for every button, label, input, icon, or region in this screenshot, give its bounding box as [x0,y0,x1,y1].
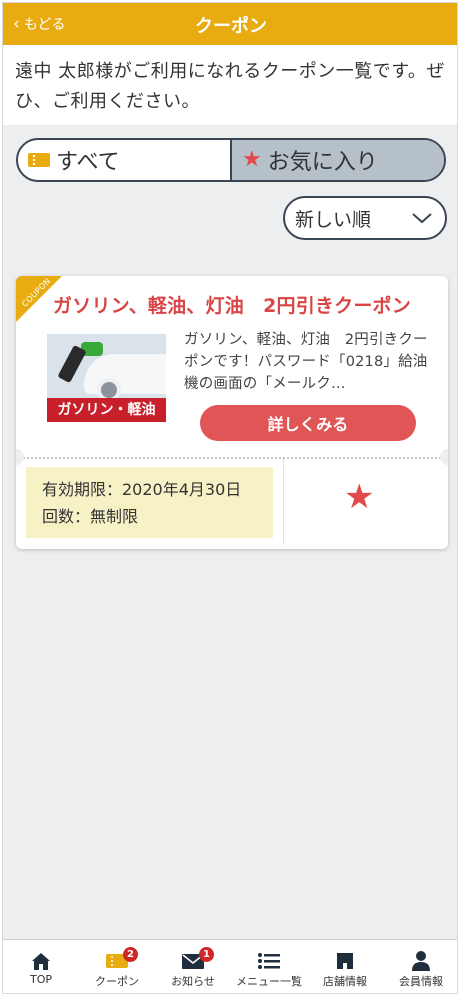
nav-label: お知らせ [171,975,215,988]
coupon-title: ガソリン、軽油、灯油 2円引きクーポン [53,295,411,317]
nav-item-news[interactable]: 1 お知らせ [155,940,231,993]
sort-value: 新しい順 [295,208,372,231]
nav-label: メニュー一覧 [236,975,302,988]
home-icon [31,951,51,971]
app-frame: ‹ もどる クーポン 遠中 太郎様がご利用になれるクーポン一覧です。ぜひ、ご利用… [2,2,458,994]
usage-count: 回数：無制限 [42,507,139,526]
validity-box: 有効期限：2020年4月30日 回数：無制限 [26,467,273,538]
intro-text: 遠中 太郎様がご利用になれるクーポン一覧です。ぜひ、ご利用ください。 [3,45,457,125]
nav-item-coupon[interactable]: 2 クーポン [79,940,155,993]
bottom-nav: TOP 2 クーポン 1 お知らせ メニュー一覧 店舗情報 会員情報 [3,939,457,993]
tab-all[interactable]: すべて [18,140,230,180]
page-title: クーポン [195,16,267,37]
filter-tabs: すべて ★ お気に入り [16,138,446,182]
news-badge: 1 [199,947,214,962]
ticket-notch-left [16,449,24,465]
nav-item-top[interactable]: TOP [3,940,79,993]
nav-item-store[interactable]: 店舗情報 [307,940,383,993]
coupon-description: ガソリン、軽油、灯油 2円引きクーポンです！パスワード「0218」給油機の画面の… [184,332,428,392]
nav-item-member[interactable]: 会員情報 [383,940,457,993]
favorite-star-icon[interactable]: ★ [344,480,374,514]
detail-button[interactable]: 詳しくみる [200,405,416,441]
coupon-image: ガソリン・軽油 [47,334,166,422]
ticket-divider [16,457,448,459]
coupon-card[interactable]: COUPON ガソリン、軽油、灯油 2円引きクーポン ガソリン・軽油 ガソリン、… [16,276,448,549]
ticket-notch-right [440,449,448,465]
vertical-divider [283,459,284,543]
menu-list-icon [258,951,280,971]
person-icon [412,951,430,971]
star-icon: ★ [242,147,262,172]
nav-label: 会員情報 [399,975,443,988]
tab-all-label: すべて [56,150,120,175]
ticket-icon [28,153,50,167]
nav-label: 店舗情報 [323,975,367,988]
tab-favorites[interactable]: ★ お気に入り [230,140,444,180]
nav-label: TOP [29,973,52,986]
chevron-down-icon [412,213,432,224]
sort-select[interactable]: 新しい順 [283,196,447,240]
header-bar: ‹ もどる クーポン [3,3,457,45]
store-icon [336,951,354,971]
nav-item-menu[interactable]: メニュー一覧 [231,940,307,993]
nav-label: クーポン [95,975,139,988]
tab-favorites-label: お気に入り [267,150,378,175]
coupon-badge: 2 [123,947,138,962]
fuel-nozzle-icon [57,344,87,384]
validity-date: 有効期限：2020年4月30日 [42,480,242,499]
coupon-image-caption: ガソリン・軽油 [47,398,166,422]
